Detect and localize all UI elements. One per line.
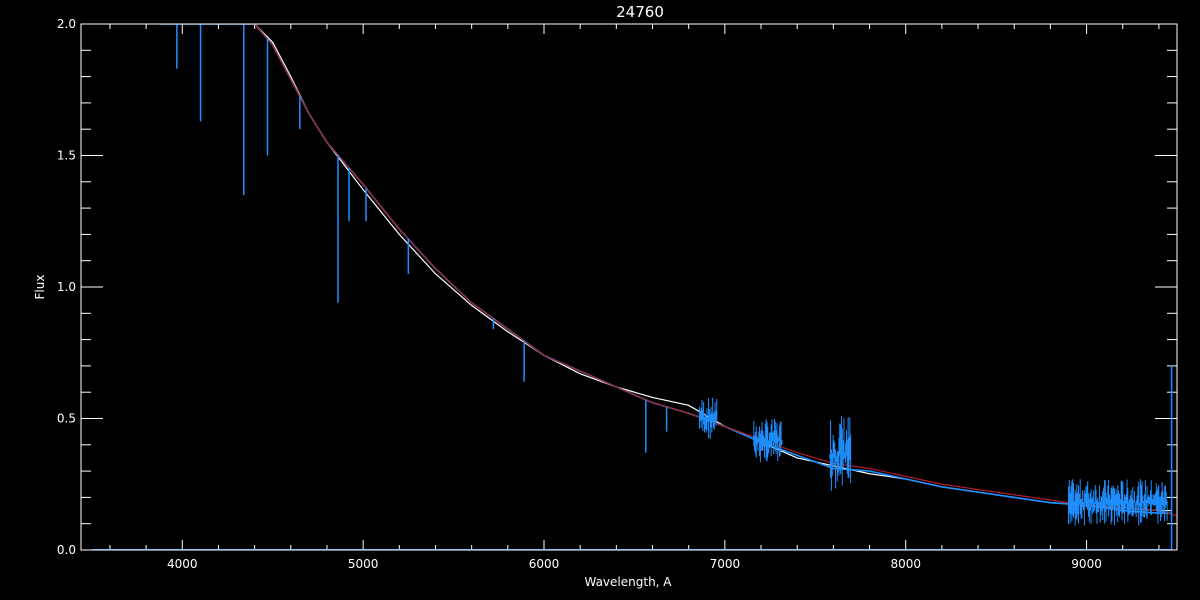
white-spectrum-line xyxy=(254,24,1172,512)
x-tick-label: 7000 xyxy=(710,557,741,571)
ticks-layer: 4000 5000 6000 7000 8000 9000 0.0 0.5 1.0 1.5 2.0 xyxy=(57,17,1177,571)
x-tick-label: 9000 xyxy=(1071,557,1102,571)
chart-title: 24760 xyxy=(616,3,664,21)
x-tick-label: 5000 xyxy=(348,557,379,571)
blue-spectrum-line xyxy=(160,24,1172,514)
y-tick-label: 1.0 xyxy=(57,280,76,294)
x-axis-label: Wavelength, A xyxy=(584,575,672,589)
y-axis-label: Flux xyxy=(33,275,47,300)
spectrum-chart: 24760 4000 5000 6000 7000 8000 9000 0.0 0.5 1.0 1… xyxy=(33,3,1178,589)
x-tick-label: 8000 xyxy=(890,557,921,571)
x-tick-label: 6000 xyxy=(529,557,560,571)
y-tick-label: 0.0 xyxy=(57,543,76,557)
x-tick-label: 4000 xyxy=(167,557,198,571)
y-tick-label: 2.0 xyxy=(57,17,76,31)
y-tick-label: 1.5 xyxy=(57,149,76,163)
red-model-line xyxy=(241,24,1177,517)
y-tick-label: 0.5 xyxy=(57,412,76,426)
series-group xyxy=(91,24,1177,550)
plot-frame xyxy=(80,23,1178,551)
series-layer xyxy=(91,24,1177,550)
